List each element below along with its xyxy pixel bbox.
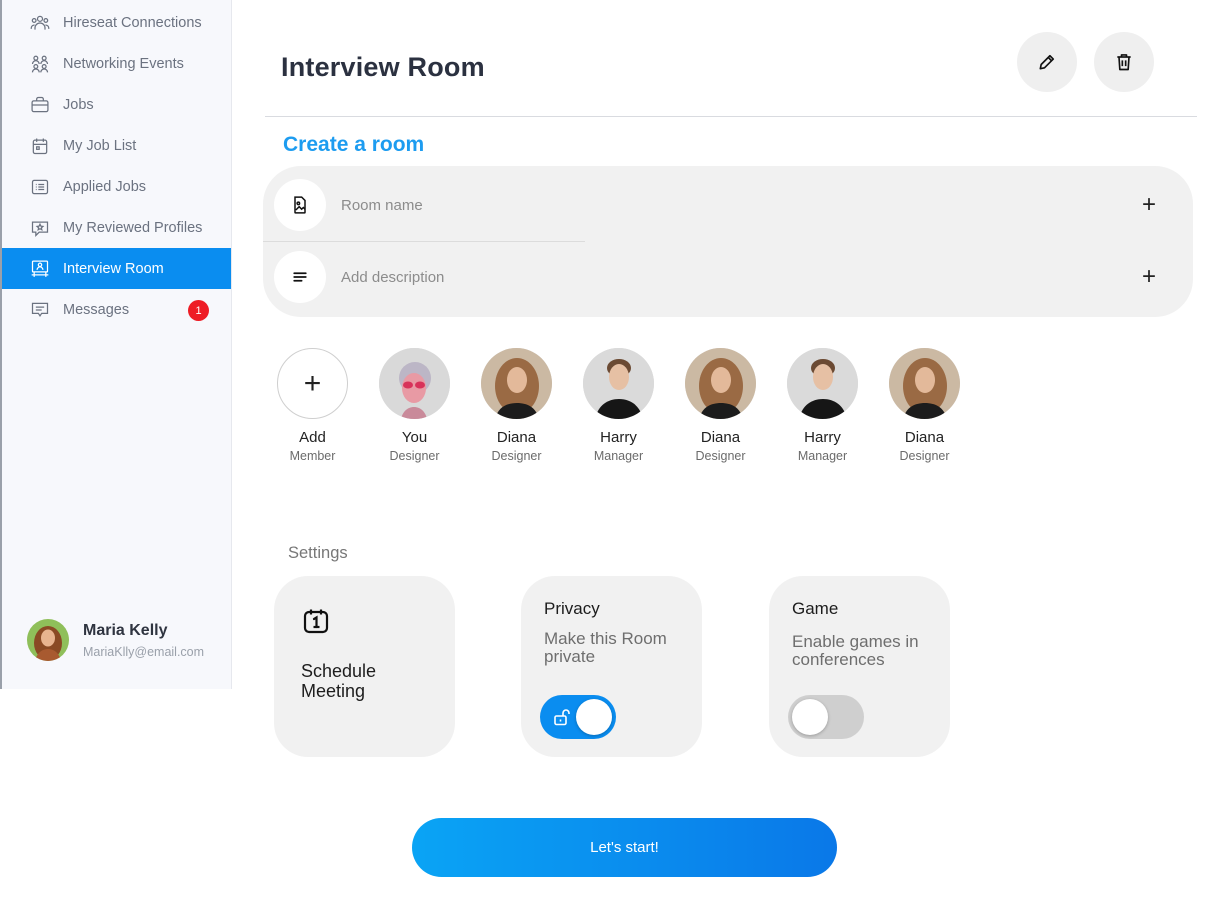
calendar-icon [30, 136, 50, 156]
privacy-toggle[interactable] [540, 695, 616, 739]
sidebar-item-applied-jobs[interactable]: Applied Jobs [2, 166, 231, 207]
star-message-icon [30, 218, 50, 238]
edit-button[interactable] [1017, 32, 1077, 92]
document-image-icon [274, 179, 326, 231]
room-form: + + [263, 166, 1193, 317]
member-item[interactable]: Harry Manager [583, 348, 685, 463]
member-avatar [481, 348, 552, 419]
sidebar-item-label: Networking Events [63, 55, 184, 72]
profile-name: Maria Kelly [83, 621, 168, 639]
member-avatar [889, 348, 960, 419]
presentation-icon [30, 259, 50, 279]
privacy-description: Make this Room private [544, 629, 667, 666]
member-role: Designer [695, 449, 746, 463]
sidebar-item-jobs[interactable]: Jobs [2, 84, 231, 125]
sidebar-item-label: My Reviewed Profiles [63, 219, 203, 236]
member-item[interactable]: Diana Designer [685, 348, 787, 463]
privacy-card: Privacy Make this Room private [521, 576, 702, 757]
toggle-knob [792, 699, 828, 735]
member-role: Manager [593, 449, 644, 463]
sidebar-item-my-reviewed-profiles[interactable]: My Reviewed Profiles [2, 207, 231, 248]
member-list: + Add Member You Designer Diana Designer… [277, 348, 991, 463]
add-room-name-button[interactable]: + [1129, 185, 1169, 225]
pencil-icon [1039, 54, 1055, 70]
plus-icon[interactable]: + [277, 348, 348, 419]
page-title: Interview Room [281, 52, 485, 82]
member-name: Harry [600, 429, 637, 446]
text-lines-icon [274, 251, 326, 303]
schedule-meeting-card[interactable]: Schedule Meeting [274, 576, 455, 757]
user-profile[interactable]: Maria Kelly MariaKlly@email.com [27, 619, 204, 661]
delete-button[interactable] [1094, 32, 1154, 92]
member-name: Diana [496, 429, 537, 446]
description-row: + [274, 250, 1179, 304]
game-toggle[interactable] [788, 695, 864, 739]
member-name: Add [299, 429, 326, 446]
add-member-button[interactable]: + Add Member [277, 348, 379, 463]
section-title-create-room: Create a room [283, 133, 425, 156]
game-card: Game Enable games in conferences [769, 576, 950, 757]
member-role: Manager [797, 449, 848, 463]
sidebar-item-networking-events[interactable]: Networking Events [2, 43, 231, 84]
toggle-knob [576, 699, 612, 735]
sidebar-item-label: Jobs [63, 96, 94, 113]
briefcase-icon [30, 95, 50, 115]
member-role: Designer [491, 449, 542, 463]
room-name-input[interactable] [341, 196, 1129, 214]
sidebar-nav: Hireseat Connections Networking Events J… [2, 0, 231, 330]
member-name: You [401, 429, 428, 446]
sidebar: Hireseat Connections Networking Events J… [0, 0, 232, 689]
chat-icon [30, 300, 50, 320]
privacy-title: Privacy [544, 599, 600, 618]
room-name-row: + [274, 178, 1179, 232]
connections-icon [30, 13, 50, 33]
member-avatar [685, 348, 756, 419]
header-divider [265, 116, 1197, 117]
member-name: Harry [804, 429, 841, 446]
member-item[interactable]: Diana Designer [481, 348, 583, 463]
sidebar-item-messages[interactable]: Messages 1 [2, 289, 231, 330]
sidebar-item-hireseat-connections[interactable]: Hireseat Connections [2, 2, 231, 43]
member-item[interactable]: Harry Manager [787, 348, 889, 463]
member-avatar [583, 348, 654, 419]
member-name: Diana [700, 429, 741, 446]
profile-email: MariaKlly@email.com [83, 644, 205, 659]
trash-icon [1117, 54, 1131, 71]
calendar-one-icon [303, 609, 329, 634]
member-role: Designer [389, 449, 440, 463]
sidebar-item-label: Messages [63, 301, 130, 318]
member-item[interactable]: You Designer [379, 348, 481, 463]
member-item[interactable]: Diana Designer [889, 348, 991, 463]
sidebar-item-label: Interview Room [63, 260, 164, 277]
member-role: Member [289, 449, 336, 463]
add-description-button[interactable]: + [1129, 257, 1169, 297]
settings-label: Settings [288, 544, 348, 562]
sidebar-item-label: Applied Jobs [63, 178, 147, 195]
sidebar-item-label: My Job List [63, 137, 137, 154]
list-icon [30, 177, 50, 197]
schedule-meeting-label: Schedule Meeting [301, 661, 377, 701]
unlock-icon [554, 709, 570, 726]
unread-badge: 1 [188, 300, 209, 321]
sidebar-item-interview-room[interactable]: Interview Room [2, 248, 231, 289]
member-avatar [787, 348, 858, 419]
page: Hireseat Connections Networking Events J… [0, 0, 1226, 905]
people-group-icon [30, 54, 50, 74]
member-avatar [379, 348, 450, 419]
game-title: Game [792, 599, 839, 618]
avatar [27, 619, 69, 661]
sidebar-item-label: Hireseat Connections [63, 14, 202, 31]
sidebar-item-my-job-list[interactable]: My Job List [2, 125, 231, 166]
member-name: Diana [904, 429, 945, 446]
start-button[interactable]: Let's start! [412, 818, 837, 877]
member-role: Designer [899, 449, 950, 463]
game-description: Enable games in conferences [792, 632, 919, 669]
description-input[interactable] [341, 268, 1129, 286]
form-row-divider [263, 241, 585, 242]
